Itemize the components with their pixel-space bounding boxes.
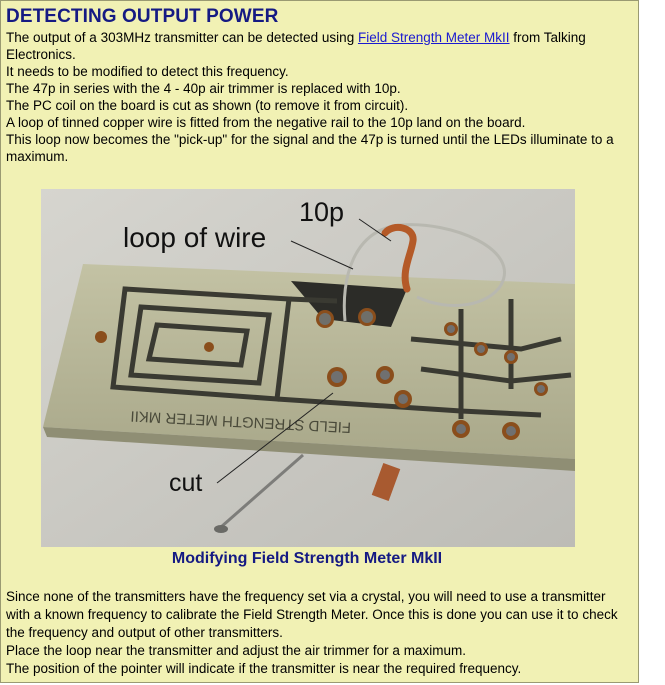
calibration-para-2: Place the loop near the transmitter and … <box>6 643 466 658</box>
calibration-para-3: The position of the pointer will indicat… <box>6 661 522 676</box>
label-loop-of-wire: loop of wire <box>123 222 266 253</box>
photo-caption: Modifying Field Strength Meter MkII <box>171 550 443 567</box>
content-panel: DETECTING OUTPUT POWER The output of a 3… <box>0 0 639 683</box>
intro-line-1-start: The output of a 303MHz transmitter can b… <box>6 30 358 45</box>
intro-line-5: A loop of tinned copper wire is fitted f… <box>6 115 526 130</box>
intro-line-6: This loop now becomes the "pick-up" for … <box>6 132 614 164</box>
calibration-para-1: Since none of the transmitters have the … <box>6 589 618 640</box>
calibration-text: Since none of the transmitters have the … <box>6 588 631 678</box>
board-photo: FIELD STRENGTH METER MKII loop of wire 1… <box>41 189 575 547</box>
intro-line-4: The PC coil on the board is cut as shown… <box>6 98 409 113</box>
label-cut: cut <box>169 469 202 497</box>
field-strength-meter-link[interactable]: Field Strength Meter MkII <box>358 30 510 45</box>
intro-line-1: The output of a 303MHz transmitter can b… <box>6 29 631 63</box>
intro-line-2: It needs to be modified to detect this f… <box>6 64 289 79</box>
intro-line-3: The 47p in series with the 4 - 40p air t… <box>6 81 401 96</box>
label-10p: 10p <box>299 197 344 227</box>
intro-text: The output of a 303MHz transmitter can b… <box>6 29 631 165</box>
page-title: DETECTING OUTPUT POWER <box>6 6 279 27</box>
